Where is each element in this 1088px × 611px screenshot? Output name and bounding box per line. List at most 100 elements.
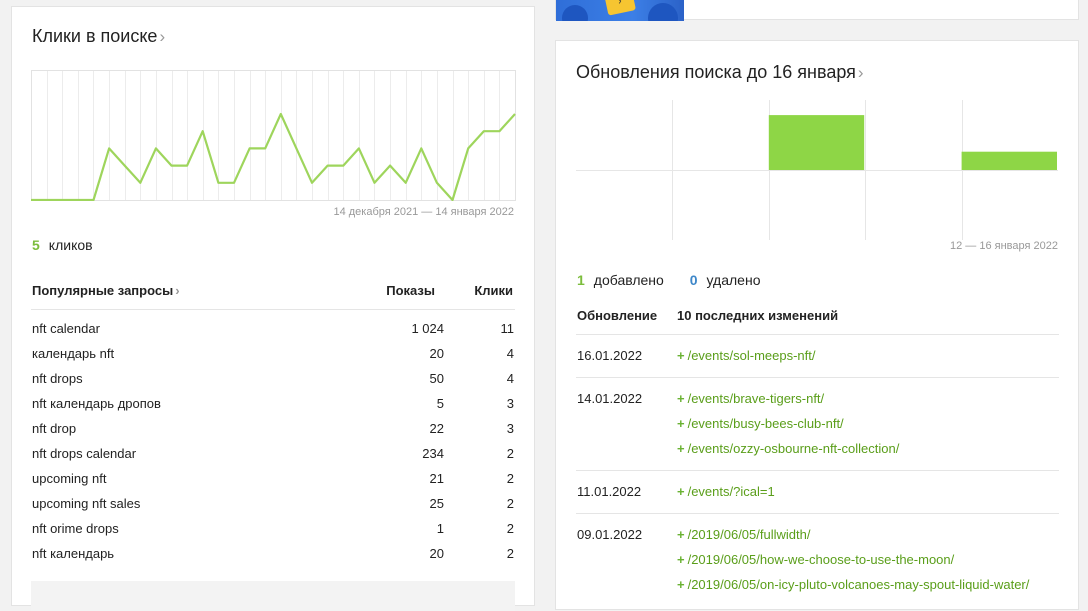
- table-row[interactable]: nft календарь дропов53: [32, 396, 514, 421]
- shows-cell: 20: [430, 546, 444, 561]
- clicks-column-header: Клики: [474, 283, 513, 298]
- plus-icon: +: [677, 416, 685, 431]
- divider: [576, 334, 1059, 335]
- changed-page-link[interactable]: +/events/sol-meeps-nft/: [677, 348, 815, 363]
- clicks-cell: 2: [507, 546, 514, 561]
- table-row[interactable]: nft calendar1 02411: [32, 321, 514, 346]
- table-row[interactable]: upcoming nft 21 2: [32, 471, 514, 496]
- decor-circle: [562, 5, 588, 21]
- changed-page-url[interactable]: /events/brave-tigers-nft/: [688, 391, 825, 406]
- popular-queries-header[interactable]: Популярные запросы›: [32, 283, 180, 298]
- updates-summary: 1 добавлено 0 удалено: [577, 272, 760, 288]
- clicks-date-range: 14 декабря 2021 — 14 января 2022: [333, 206, 514, 218]
- table-row[interactable]: nft orime drops 1 2: [32, 521, 514, 546]
- popular-queries-label[interactable]: Популярные запросы: [32, 283, 173, 298]
- plus-icon: +: [677, 552, 685, 567]
- clicks-cell: 2: [507, 496, 514, 511]
- shows-cell: 20: [430, 346, 444, 361]
- changed-page-link[interactable]: +/events/?ical=1: [677, 484, 775, 499]
- changed-page-link[interactable]: +/events/busy-bees-club-nft/: [677, 416, 844, 431]
- table-row[interactable]: nft календарь 20 2: [32, 546, 514, 571]
- added-count: 1: [577, 272, 585, 288]
- clicks-cell: 11: [501, 321, 515, 336]
- query-cell: nft orime drops: [32, 521, 119, 536]
- updates-card-title[interactable]: Обновления поиска до 16 января›: [576, 62, 864, 83]
- update-date: 09.01.2022: [577, 527, 642, 542]
- plus-icon: +: [677, 391, 685, 406]
- shows-cell: 25: [430, 496, 444, 511]
- plus-icon: +: [677, 484, 685, 499]
- removed-label: удалено: [707, 272, 761, 288]
- query-cell: upcoming nft sales: [32, 496, 140, 511]
- changed-page-link[interactable]: +/events/ozzy-osbourne-nft-collection/: [677, 441, 899, 456]
- table-row[interactable]: nft drops 50 4: [32, 371, 514, 396]
- changed-page-link[interactable]: +/2019/06/05/fullwidth/: [677, 527, 810, 542]
- changed-page-url[interactable]: /2019/06/05/how-we-choose-to-use-the-moo…: [688, 552, 955, 567]
- query-cell: nft drop: [32, 421, 76, 436]
- divider: [576, 377, 1059, 378]
- clicks-card-title[interactable]: Клики в поиске›: [32, 26, 165, 47]
- changed-page-url[interactable]: /events/busy-bees-club-nft/: [688, 416, 844, 431]
- clicks-card: Клики в поиске› 14 декабря 2021 — 14 янв…: [11, 6, 535, 606]
- added-bar: [769, 115, 864, 170]
- removed-count: 0: [690, 272, 698, 288]
- query-cell: nft calendar: [32, 321, 100, 336]
- plus-icon: +: [677, 441, 685, 456]
- chevron-right-icon: ›: [175, 283, 179, 298]
- divider: [576, 513, 1059, 514]
- shows-cell: 21: [430, 471, 444, 486]
- update-date: 11.01.2022: [577, 484, 641, 499]
- clicks-total: 5: [32, 237, 40, 253]
- changed-page-url[interactable]: /events/?ical=1: [688, 484, 775, 499]
- clicks-cell: 4: [507, 346, 514, 361]
- query-cell: календарь nft: [32, 346, 114, 361]
- plus-icon: +: [677, 527, 685, 542]
- update-date: 16.01.2022: [577, 348, 642, 363]
- chevron-right-icon: ›: [858, 63, 864, 82]
- promo-card: ›: [555, 0, 1079, 20]
- clicks-line-chart: [31, 70, 516, 201]
- clicks-summary: 5 кликов: [32, 237, 93, 253]
- changed-page-url[interactable]: /events/ozzy-osbourne-nft-collection/: [688, 441, 900, 456]
- table-row[interactable]: календарь nft 20 4: [32, 346, 514, 371]
- shows-cell: 1: [437, 521, 444, 536]
- updates-card-title-text[interactable]: Обновления поиска до 16 января: [576, 62, 856, 82]
- changed-page-url[interactable]: /2019/06/05/on-icy-pluto-volcanoes-may-s…: [688, 577, 1030, 592]
- updates-card: Обновления поиска до 16 января› 12 — 16 …: [555, 40, 1079, 610]
- clicks-cell: 4: [507, 371, 514, 386]
- clicks-cell: 3: [507, 421, 514, 436]
- plus-icon: +: [677, 348, 685, 363]
- promo-banner[interactable]: ›: [556, 0, 684, 21]
- changed-page-url[interactable]: /2019/06/05/fullwidth/: [688, 527, 811, 542]
- clicks-cell: 2: [507, 471, 514, 486]
- query-cell: nft календарь: [32, 546, 114, 561]
- query-cell: nft drops: [32, 371, 83, 386]
- table-row[interactable]: upcoming nft sales 25 2: [32, 496, 514, 521]
- updates-bar-chart: [576, 100, 1059, 241]
- divider: [31, 309, 515, 310]
- shows-cell: 50: [430, 371, 444, 386]
- chevron-right-icon: ›: [159, 27, 165, 46]
- clicks-card-title-text[interactable]: Клики в поиске: [32, 26, 157, 46]
- chart-frame: [32, 71, 516, 201]
- added-label: добавлено: [594, 272, 664, 288]
- ticket-icon: ›: [604, 0, 636, 16]
- shows-cell: 5: [437, 396, 444, 411]
- added-bar: [962, 152, 1057, 170]
- table-row[interactable]: nft drop 22 3: [32, 421, 514, 446]
- changed-page-url[interactable]: /events/sol-meeps-nft/: [688, 348, 816, 363]
- changes-column-header: 10 последних изменений: [677, 308, 838, 323]
- updates-date-range: 12 — 16 января 2022: [950, 240, 1058, 252]
- decor-circle: [648, 3, 678, 21]
- clicks-cell: 2: [507, 521, 514, 536]
- query-cell: upcoming nft: [32, 471, 106, 486]
- table-row[interactable]: nft drops calendar2342: [32, 446, 514, 471]
- update-column-header: Обновление: [577, 308, 657, 323]
- clicks-cell: 2: [507, 446, 514, 461]
- clicks-total-label: кликов: [49, 237, 93, 253]
- changed-page-link[interactable]: +/2019/06/05/how-we-choose-to-use-the-mo…: [677, 552, 954, 567]
- shows-cell: 234: [422, 446, 444, 461]
- changed-page-link[interactable]: +/events/brave-tigers-nft/: [677, 391, 824, 406]
- shows-cell: 22: [430, 421, 444, 436]
- changed-page-link[interactable]: +/2019/06/05/on-icy-pluto-volcanoes-may-…: [677, 577, 1029, 592]
